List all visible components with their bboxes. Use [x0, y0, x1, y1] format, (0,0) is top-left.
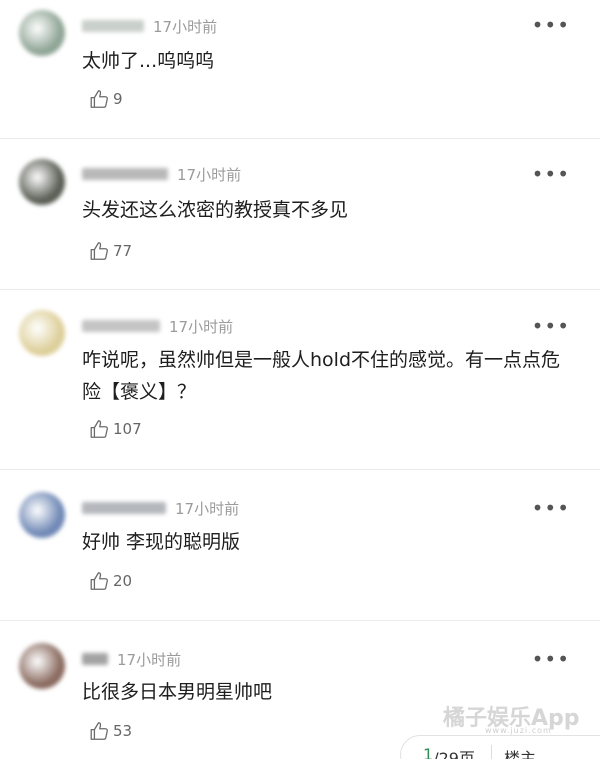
pagination-control[interactable]: 1 /29页 楼主	[400, 735, 600, 759]
thumbs-up-icon	[88, 570, 110, 592]
comment-text: 太帅了...呜呜呜	[82, 50, 215, 72]
username[interactable]	[82, 20, 144, 32]
comment-list-page: 17小时前 ••• 太帅了...呜呜呜 9 17小时前 ••• 头发还这么浓密的…	[0, 0, 600, 759]
thumbs-up-icon	[88, 88, 110, 110]
more-options-icon[interactable]: •••	[532, 316, 570, 336]
thumbs-up-icon	[88, 720, 110, 742]
username[interactable]	[82, 320, 160, 332]
comment-header: 17小时前	[82, 164, 600, 184]
current-page: 1	[423, 745, 434, 759]
comment-item: 17小时前 ••• 太帅了...呜呜呜 9	[0, 0, 600, 139]
more-options-icon[interactable]: •••	[532, 164, 570, 184]
total-pages: /29页	[433, 749, 475, 759]
avatar[interactable]	[19, 492, 65, 538]
like-count: 9	[113, 90, 123, 108]
comment-header: 17小时前	[82, 16, 600, 36]
avatar[interactable]	[19, 643, 65, 689]
username[interactable]	[82, 168, 168, 180]
comment-time: 17小时前	[175, 499, 240, 518]
comment-header: 17小时前	[82, 649, 600, 669]
like-count: 53	[113, 722, 133, 740]
like-button[interactable]: 9	[88, 86, 600, 112]
avatar[interactable]	[19, 159, 65, 205]
like-count: 77	[113, 242, 133, 260]
avatar[interactable]	[19, 310, 65, 356]
username[interactable]	[82, 653, 108, 665]
like-count: 107	[113, 420, 142, 438]
thumbs-up-icon	[88, 418, 110, 440]
comment-time: 17小时前	[177, 165, 242, 184]
comment-text: 好帅 李现的聪明版	[82, 531, 241, 553]
watermark-url: www.juzi.com	[485, 726, 552, 735]
more-options-icon[interactable]: •••	[532, 649, 570, 669]
more-options-icon[interactable]: •••	[532, 498, 570, 518]
comment-time: 17小时前	[117, 650, 182, 669]
comment-text: 咋说呢，虽然帅但是一般人hold不住的感觉。有一点点危险【褒义】？	[82, 349, 561, 403]
like-button[interactable]: 77	[88, 238, 600, 264]
like-count: 20	[113, 572, 133, 590]
avatar[interactable]	[19, 10, 65, 56]
pagination-divider	[490, 745, 492, 759]
like-button[interactable]: 107	[88, 416, 600, 442]
floor-owner-button[interactable]: 楼主	[504, 745, 536, 759]
username[interactable]	[82, 502, 166, 514]
comment-header: 17小时前	[82, 498, 600, 518]
comment-header: 17小时前	[82, 316, 600, 336]
comment-time: 17小时前	[153, 17, 218, 36]
comment-item: 17小时前 ••• 头发还这么浓密的教授真不多见 77	[0, 139, 600, 290]
thumbs-up-icon	[88, 240, 110, 262]
comment-item: 17小时前 ••• 咋说呢，虽然帅但是一般人hold不住的感觉。有一点点危险【褒…	[0, 290, 600, 470]
comment-time: 17小时前	[169, 317, 234, 336]
comment-item: 17小时前 ••• 好帅 李现的聪明版 20	[0, 470, 600, 621]
comment-text: 头发还这么浓密的教授真不多见	[82, 199, 349, 221]
like-button[interactable]: 20	[88, 568, 600, 594]
more-options-icon[interactable]: •••	[532, 15, 570, 35]
